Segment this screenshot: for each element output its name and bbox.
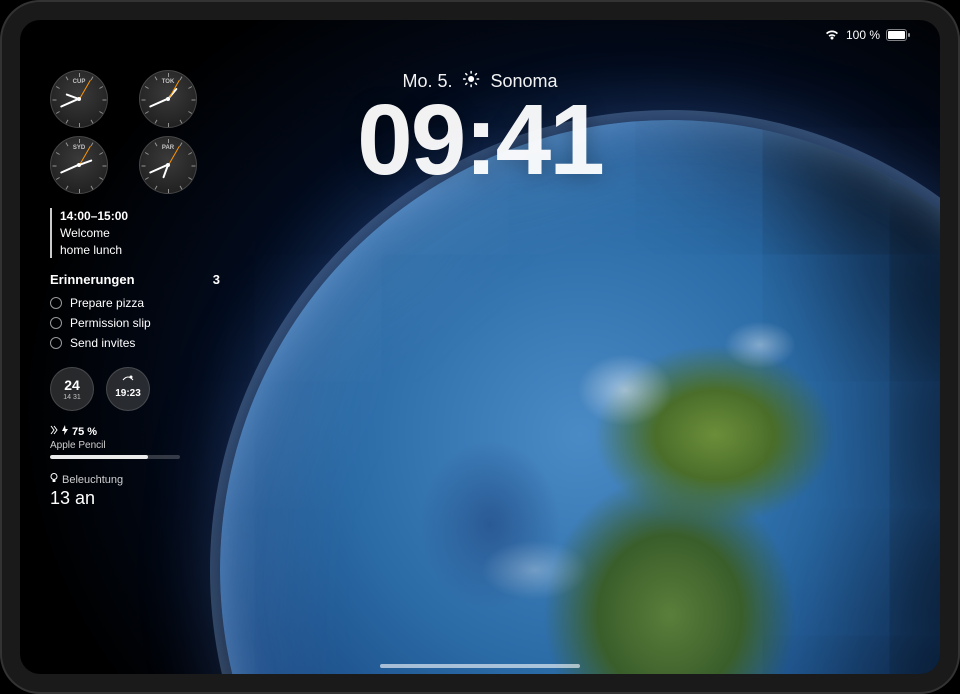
widget-stack: CUP TOK SYD [50,70,220,509]
clock-syd[interactable]: SYD [50,136,108,194]
clock-label: TOK [162,79,175,85]
weather-complication[interactable]: 24 14 31 [50,367,94,411]
complications-row: 24 14 31 19:23 [50,367,220,411]
battery-fill [50,455,148,459]
home-value: 13 an [50,488,220,509]
world-clock-widget[interactable]: CUP TOK SYD [50,70,220,194]
wifi-icon [824,29,840,41]
event-time: 14:00–15:00 [60,208,220,225]
temperature-value: 24 [64,377,80,393]
clock-label: PAR [162,145,174,151]
reminder-checkbox-icon[interactable] [50,297,62,309]
calendar-widget[interactable]: 14:00–15:00 Welcome home lunch [50,208,220,258]
reminder-item[interactable]: Prepare pizza [50,293,220,313]
lock-clock: Mo. 5. [357,70,603,198]
ipad-frame: 100 % Mo. 5. [0,0,960,694]
clock-label: SYD [73,145,85,151]
battery-percent-text: 100 % [846,28,880,42]
sunset-time: 19:23 [115,388,141,399]
wallpaper-earth [220,120,940,674]
pencil-percent: 75 % [72,426,97,438]
reminder-checkbox-icon[interactable] [50,317,62,329]
clock-cup[interactable]: CUP [50,70,108,128]
pencil-name: Apple Pencil [50,440,220,451]
reminder-text: Prepare pizza [70,296,144,310]
reminder-text: Permission slip [70,316,151,330]
pencil-icon [50,425,58,438]
reminders-title: Erinnerungen [50,272,135,287]
reminders-widget[interactable]: Erinnerungen 3 Prepare pizza Permission … [50,272,220,353]
event-title-line2: home lunch [60,242,220,259]
clock-label: CUP [73,79,86,85]
clock-par[interactable]: PAR [139,136,197,194]
reminder-item[interactable]: Send invites [50,333,220,353]
lightbulb-icon [50,473,58,486]
sunset-complication[interactable]: 19:23 [106,367,150,411]
event-title-line1: Welcome [60,225,220,242]
reminders-header: Erinnerungen 3 [50,272,220,287]
reminder-item[interactable]: Permission slip [50,313,220,333]
reminder-text: Send invites [70,336,135,350]
reminders-count: 3 [213,272,220,287]
status-bar: 100 % [824,28,910,42]
charging-bolt-icon [62,425,68,438]
battery-icon [886,29,910,41]
time-text: 09:41 [357,83,603,198]
clock-tok[interactable]: TOK [139,70,197,128]
home-indicator[interactable] [380,664,580,668]
reminder-checkbox-icon[interactable] [50,337,62,349]
temperature-range: 14 31 [63,394,81,401]
home-widget[interactable]: Beleuchtung 13 an [50,473,220,509]
batteries-widget[interactable]: 75 % Apple Pencil [50,425,220,459]
home-label-text: Beleuchtung [62,474,123,486]
battery-bar [50,455,180,459]
sunset-icon [121,372,135,384]
lock-screen[interactable]: 100 % Mo. 5. [20,20,940,674]
